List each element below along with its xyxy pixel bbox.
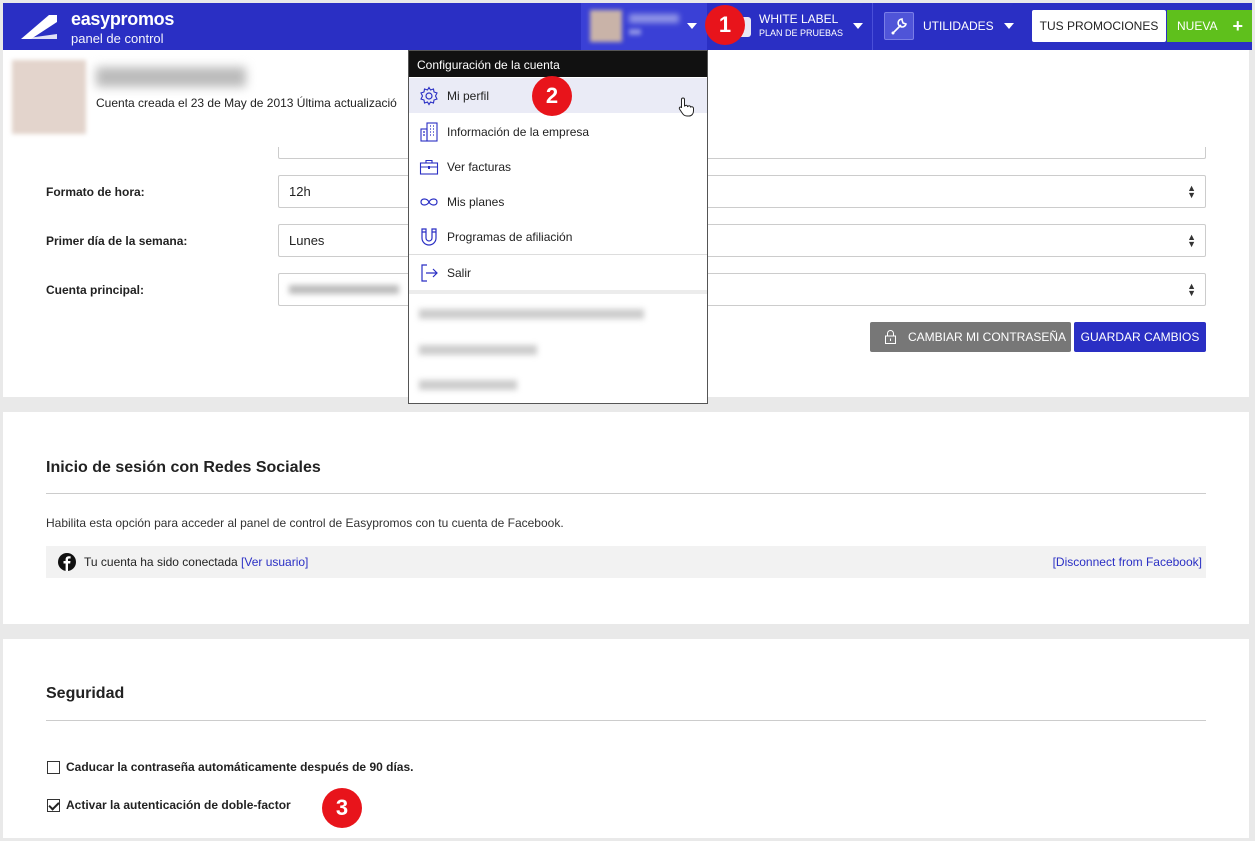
menu-item-informacion-empresa[interactable]: Información de la empresa	[409, 114, 707, 149]
user-subtitle-blurred	[629, 29, 641, 35]
menu-item-label: Mis planes	[447, 194, 505, 209]
chevron-down-icon	[1004, 23, 1014, 29]
chevron-down-icon	[687, 23, 697, 29]
pointer-cursor-icon	[678, 97, 694, 117]
facebook-connection-row: Tu cuenta ha sido conectada [Ver usuario…	[46, 546, 1206, 578]
account-created-info: Cuenta creada el 23 de May de 2013 Últim…	[96, 96, 397, 110]
main-account-value-blurred	[289, 285, 399, 294]
security-panel: Seguridad Caducar la contraseña automáti…	[3, 639, 1249, 838]
social-login-title: Inicio de sesión con Redes Sociales	[46, 459, 321, 476]
menu-item-switch-account-blurred[interactable]	[409, 296, 707, 331]
expire-password-label: Caducar la contraseña automáticamente de…	[66, 760, 414, 774]
plus-icon: +	[1232, 16, 1243, 36]
nueva-promocion-button[interactable]: NUEVA +	[1167, 10, 1252, 42]
security-title: Seguridad	[46, 685, 125, 702]
callout-marker-1: 1	[705, 5, 745, 45]
time-format-value: 12h	[289, 184, 311, 199]
menu-item-switch-account-blurred[interactable]	[409, 332, 707, 367]
disconnect-facebook-link[interactable]: [Disconnect from Facebook]	[1053, 555, 1202, 569]
utilidades-label: UTILIDADES	[923, 19, 994, 33]
first-day-label: Primer día de la semana:	[46, 234, 188, 248]
menu-item-mis-planes[interactable]: Mis planes	[409, 184, 707, 219]
building-icon	[420, 122, 438, 142]
menu-item-label: Información de la empresa	[447, 124, 590, 139]
select-arrows-icon: ▲ ▼	[1187, 183, 1196, 200]
social-login-panel: Inicio de sesión con Redes Sociales Habi…	[3, 412, 1249, 624]
divider	[872, 3, 873, 50]
callout-marker-3: 3	[322, 788, 362, 828]
expire-password-option[interactable]: Caducar la contraseña automáticamente de…	[47, 760, 413, 774]
main-account-label: Cuenta principal:	[46, 283, 145, 297]
facebook-icon	[58, 553, 76, 571]
blurred-text	[419, 345, 537, 355]
menu-item-label: Mi perfil	[447, 88, 490, 103]
menu-item-programas-afiliacion[interactable]: Programas de afiliación	[409, 219, 707, 254]
brand-subtitle: panel de control	[71, 31, 164, 46]
select-arrows-icon: ▲ ▼	[1187, 232, 1196, 249]
select-arrows-icon: ▲ ▼	[1187, 281, 1196, 298]
menu-item-label: Ver facturas	[447, 159, 512, 174]
blurred-text	[419, 380, 517, 390]
two-factor-option[interactable]: Activar la autenticación de doble-factor	[47, 798, 291, 812]
brand-logo-text[interactable]: easypromos panel de control	[71, 9, 174, 46]
tus-promociones-button[interactable]: TUS PROMOCIONES	[1032, 10, 1166, 42]
utilidades-menu-button[interactable]: UTILIDADES	[875, 3, 1023, 50]
two-factor-label: Activar la autenticación de doble-factor	[66, 798, 291, 812]
two-factor-checkbox[interactable]	[47, 798, 60, 812]
menu-item-label: Programas de afiliación	[447, 229, 573, 244]
wrench-icon	[884, 12, 914, 40]
menu-item-salir[interactable]: Salir	[409, 255, 707, 290]
gear-icon	[420, 86, 438, 106]
divider	[46, 493, 1206, 494]
infinity-icon	[420, 198, 438, 206]
divider	[46, 720, 1206, 721]
facebook-connected-text: Tu cuenta ha sido conectada [Ver usuario…	[84, 555, 308, 569]
menu-item-switch-account-blurred[interactable]	[409, 367, 707, 402]
first-day-value: Lunes	[289, 233, 325, 248]
logout-icon	[421, 264, 438, 282]
time-format-label: Formato de hora:	[46, 185, 145, 199]
white-label-title: WHITE LABEL	[759, 12, 839, 26]
change-password-button[interactable]: CAMBIAR MI CONTRASEÑA	[870, 322, 1071, 352]
chevron-down-icon	[853, 23, 863, 29]
white-label-menu-button[interactable]: WHITE LABEL PLAN DE PRUEBAS	[725, 3, 872, 50]
lock-icon	[885, 330, 896, 344]
user-account-menu-button[interactable]	[581, 3, 707, 50]
easypromos-logo-icon[interactable]	[19, 12, 61, 42]
white-label-plan: PLAN DE PRUEBAS	[759, 28, 844, 38]
magnet-icon	[421, 228, 437, 246]
expire-password-checkbox[interactable]	[47, 760, 60, 774]
view-user-link[interactable]: [Ver usuario]	[241, 555, 308, 569]
menu-item-ver-facturas[interactable]: Ver facturas	[409, 149, 707, 184]
menu-item-label: Salir	[447, 265, 472, 280]
save-changes-button[interactable]: GUARDAR CAMBIOS	[1074, 322, 1206, 352]
divider	[409, 290, 707, 294]
brand-name: easypromos	[71, 9, 175, 29]
social-login-description: Habilita esta opción para acceder al pan…	[46, 516, 564, 530]
change-password-label: CAMBIAR MI CONTRASEÑA	[908, 330, 1067, 344]
user-avatar	[590, 10, 622, 42]
profile-photo[interactable]	[12, 60, 86, 134]
profile-name-blurred	[96, 67, 246, 87]
callout-marker-2: 2	[532, 76, 572, 116]
user-name-blurred	[629, 14, 679, 23]
dropdown-header: Configuración de la cuenta	[409, 51, 707, 77]
nueva-label: NUEVA	[1177, 19, 1218, 33]
connected-status: Tu cuenta ha sido conectada	[84, 555, 238, 569]
blurred-text	[419, 309, 644, 319]
briefcase-icon	[419, 159, 439, 175]
top-navigation-bar: easypromos panel de control WHITE LABEL …	[3, 3, 1252, 50]
